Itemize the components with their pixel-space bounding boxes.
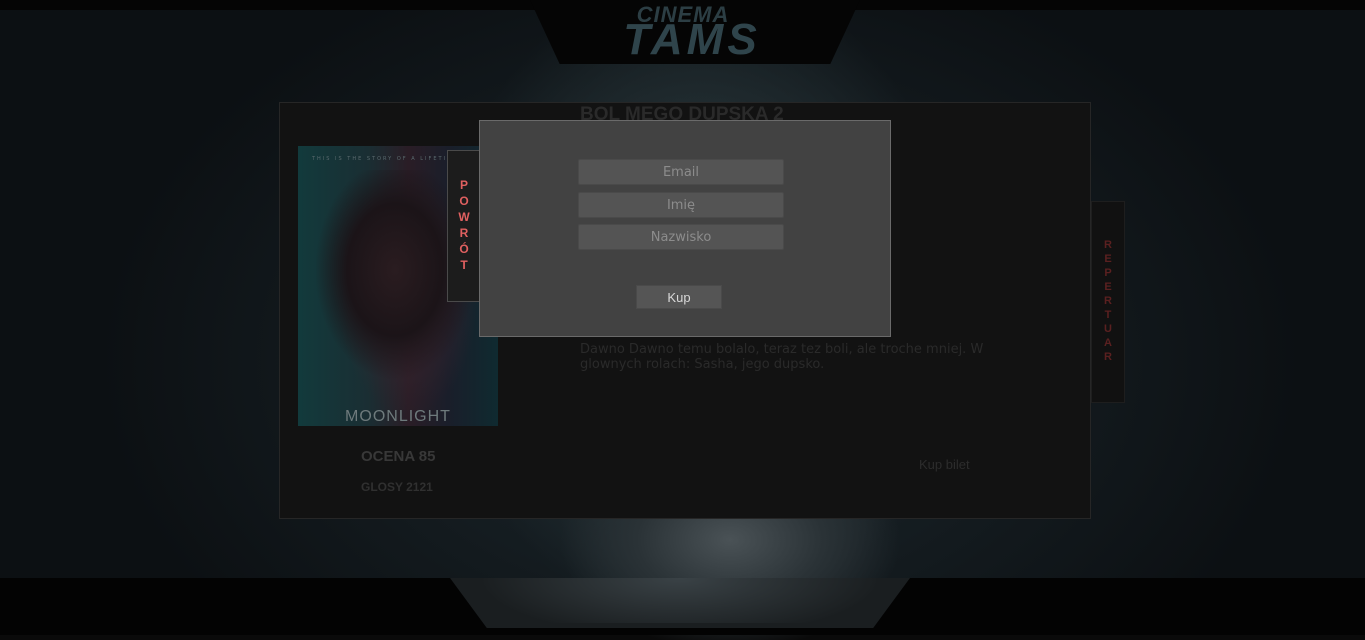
first-name-field[interactable] xyxy=(578,192,784,218)
last-name-field[interactable] xyxy=(578,224,784,250)
back-tab[interactable]: POWRÓT xyxy=(447,150,480,302)
logo-bottom-text: TAMS xyxy=(623,15,761,64)
buy-button[interactable]: Kup xyxy=(636,285,722,309)
movie-votes: GLOSY 2121 xyxy=(361,480,433,494)
buy-ticket-link[interactable]: Kup bilet xyxy=(919,457,970,472)
repertoire-tab-label: REPERTUAR xyxy=(1102,239,1114,365)
email-field[interactable] xyxy=(578,159,784,185)
movie-description: Dawno Dawno temu bolalo, teraz tez boli,… xyxy=(580,342,984,372)
movie-rating: OCENA 85 xyxy=(361,448,436,465)
back-tab-label: POWRÓT xyxy=(457,178,471,274)
repertoire-tab[interactable]: REPERTUAR xyxy=(1091,201,1125,403)
poster-title: MOONLIGHT xyxy=(345,408,451,425)
bottom-notch-inner xyxy=(470,578,890,623)
